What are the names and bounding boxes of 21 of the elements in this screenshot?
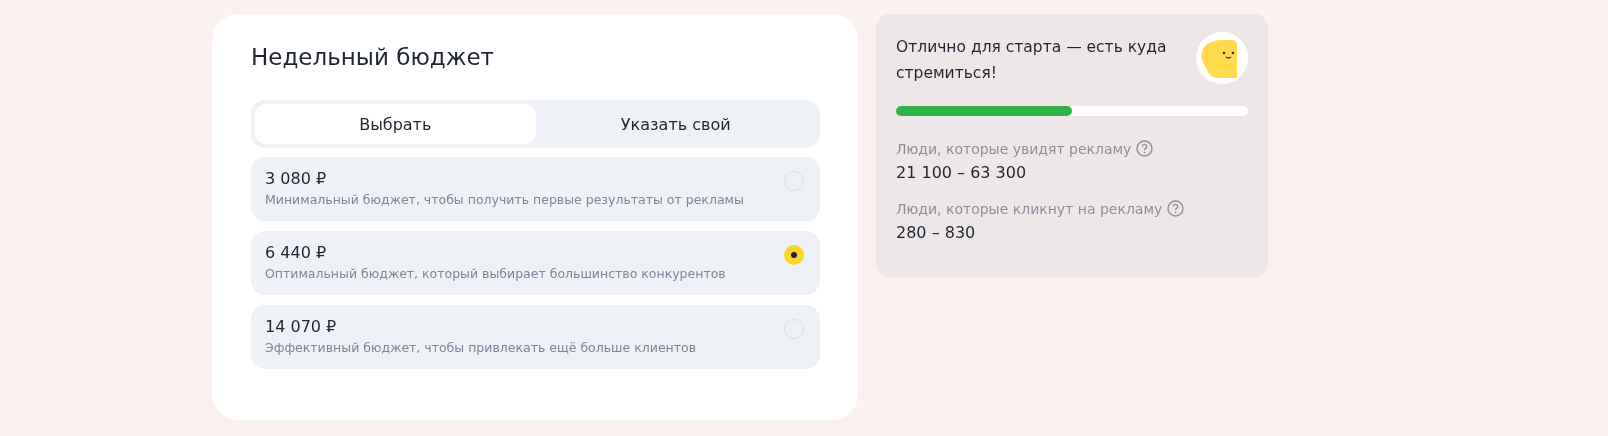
metric-value: 280 – 830 — [896, 223, 976, 242]
card-title: Недельный бюджет — [251, 44, 494, 70]
budget-description: Минимальный бюджет, чтобы получить первые результаты от рекламы — [265, 192, 744, 207]
radio-button[interactable] — [784, 245, 804, 265]
metric-value: 21 100 – 63 300 — [896, 163, 1027, 182]
forecast-message: Отлично для старта — есть куда стремиться! — [896, 37, 1168, 84]
budget-amount: 14 070 ₽ — [265, 317, 337, 336]
budget-option[interactable]: 14 070 ₽ Эффективный бюджет, чтобы привлекать ещё больше клиентов — [251, 305, 820, 369]
budget-description: Оптимальный бюджет, который выбирает большинство конкурентов — [265, 266, 726, 281]
budget-option[interactable]: 3 080 ₽ Минимальный бюджет, чтобы получить первые результаты от рекламы — [251, 157, 820, 221]
avatar-icon — [1196, 32, 1248, 84]
tab[interactable]: Указать свой — [535, 104, 816, 144]
metric-label: Люди, которые кликнут на рекламу — [896, 200, 1163, 217]
help-icon[interactable] — [1136, 140, 1154, 157]
tab[interactable]: Выбрать — [255, 104, 536, 144]
help-icon[interactable] — [1167, 200, 1185, 217]
metric-label: Люди, которые увидят рекламу — [896, 140, 1132, 157]
budget-description: Эффективный бюджет, чтобы привлекать ещё больше клиентов — [265, 340, 697, 355]
budget-amount: 3 080 ₽ — [265, 169, 327, 188]
budget-amount: 6 440 ₽ — [265, 243, 327, 262]
budget-option[interactable]: 6 440 ₽ Оптимальный бюджет, который выбирает большинство конкурентов — [251, 231, 820, 295]
